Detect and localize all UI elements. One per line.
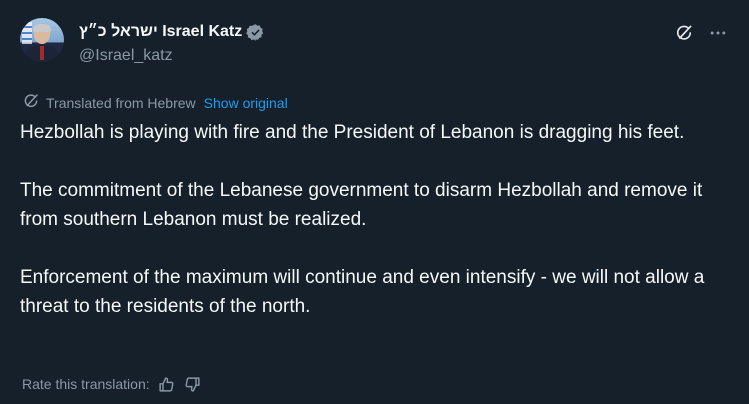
translated-from-label: Translated from Hebrew [46, 94, 196, 111]
author-handle[interactable]: @Israel_katz [79, 47, 173, 65]
tweet-text: Hezbollah is playing with fire and the P… [20, 118, 720, 321]
thumbs-down-icon[interactable] [184, 375, 202, 393]
thumbs-up-icon[interactable] [158, 375, 176, 393]
tweet-card: ישראל כ״ץ Israel Katz @Israel_katz Trans… [0, 0, 749, 404]
flag-decoration [22, 22, 32, 44]
rate-translation-label: Rate this translation: [22, 376, 150, 392]
grok-icon[interactable] [673, 22, 695, 44]
author-name-row: ישראל כ״ץ Israel Katz [79, 21, 265, 43]
top-actions [673, 22, 729, 44]
avatar-hair [33, 24, 51, 32]
verified-badge-icon[interactable] [246, 23, 265, 42]
tweet-paragraph: Hezbollah is playing with fire and the P… [20, 122, 685, 143]
translation-notice: Translated from Hebrew Show original [22, 92, 288, 113]
tweet-paragraph: The commitment of the Lebanese governmen… [20, 180, 703, 230]
show-original-link[interactable]: Show original [204, 95, 288, 111]
translate-icon [22, 92, 40, 113]
tweet-paragraph: Enforcement of the maximum will continue… [20, 267, 705, 317]
author-display-name[interactable]: ישראל כ״ץ Israel Katz [79, 23, 242, 41]
avatar[interactable] [20, 18, 64, 62]
avatar-tie [40, 46, 44, 60]
more-options-icon[interactable] [707, 22, 729, 44]
rate-translation: Rate this translation: [22, 375, 202, 393]
